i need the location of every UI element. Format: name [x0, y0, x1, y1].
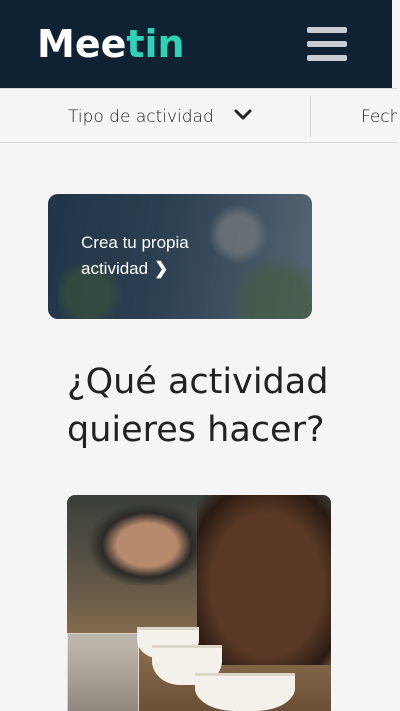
create-activity-label: Crea tu propia actividad ❯ — [81, 230, 241, 282]
filter-bar: Tipo de actividad Fech — [0, 88, 397, 143]
chevron-right-icon: ❯ — [154, 259, 169, 278]
logo-text-teal: tin — [126, 22, 185, 66]
site-header: Mee tin — [0, 0, 392, 88]
page-heading: ¿Qué actividad quieres hacer? — [67, 362, 329, 450]
create-activity-line1: Crea tu propia — [81, 233, 189, 252]
activity-photo-person-front — [197, 495, 331, 665]
activity-type-dropdown[interactable]: Tipo de actividad — [68, 89, 252, 142]
create-activity-card[interactable]: Crea tu propia actividad ❯ — [48, 194, 312, 319]
logo-text-white: Mee — [37, 22, 127, 66]
activity-card[interactable] — [67, 495, 331, 711]
create-activity-line2: actividad — [81, 259, 149, 278]
cup-image — [195, 673, 295, 711]
date-label: Fech — [361, 106, 397, 127]
glass-image — [67, 633, 139, 711]
activity-type-label: Tipo de actividad — [68, 106, 214, 127]
menu-icon[interactable] — [307, 27, 347, 61]
chevron-down-icon — [234, 109, 252, 120]
date-dropdown[interactable]: Fech — [361, 89, 397, 142]
meetin-logo[interactable]: Mee tin — [37, 16, 185, 72]
activity-photo-person-back — [77, 495, 197, 585]
filter-divider — [310, 96, 311, 137]
